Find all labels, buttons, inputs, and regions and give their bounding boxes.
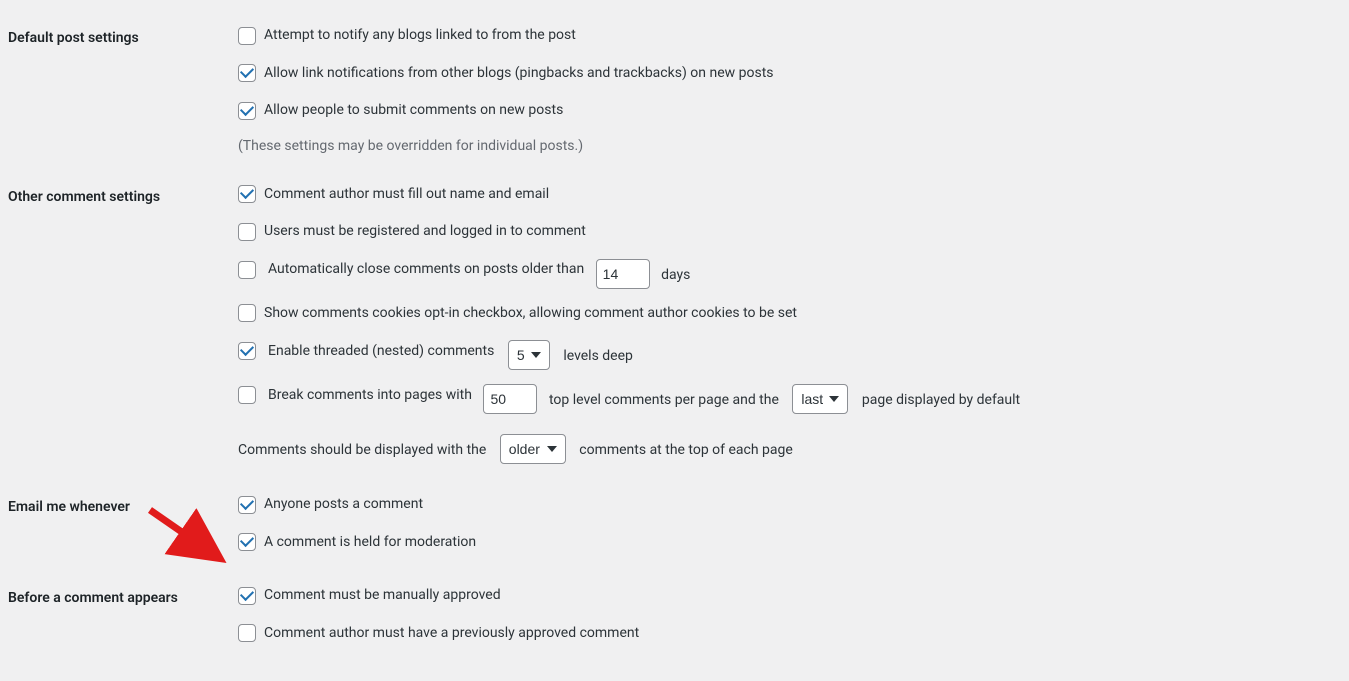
require-name-email-label[interactable]: Comment author must fill out name and em… xyxy=(238,184,549,205)
page-comments-after-text: page displayed by default xyxy=(862,392,1020,408)
comment-order-select[interactable]: older xyxy=(500,434,566,464)
comment-order-before-text: Comments should be displayed with the xyxy=(238,442,486,458)
require-registered-checkbox[interactable] xyxy=(238,223,256,241)
cookies-opt-in-text: Show comments cookies opt-in checkbox, a… xyxy=(264,303,797,324)
page-comments-label[interactable]: Break comments into pages with xyxy=(238,385,476,406)
previously-approved-checkbox[interactable] xyxy=(238,624,256,642)
default-post-note: (These settings may be overridden for in… xyxy=(238,138,1339,154)
require-name-email-checkbox[interactable] xyxy=(238,185,256,203)
notify-linked-blogs-text: Attempt to notify any blogs linked to fr… xyxy=(264,25,576,46)
threaded-before-text: Enable threaded (nested) comments xyxy=(268,341,494,362)
section-heading-email: Email me whenever xyxy=(8,499,130,515)
email-me-row: Email me whenever Anyone posts a comment… xyxy=(8,479,1349,570)
cookies-opt-in-checkbox[interactable] xyxy=(238,304,256,322)
email-anyone-posts-text: Anyone posts a comment xyxy=(264,494,423,515)
manual-approval-checkbox[interactable] xyxy=(238,587,256,605)
section-heading-before: Before a comment appears xyxy=(8,590,178,606)
auto-close-label[interactable]: Automatically close comments on posts ol… xyxy=(238,259,588,280)
email-held-text: A comment is held for moderation xyxy=(264,532,476,553)
allow-pingbacks-checkbox[interactable] xyxy=(238,64,256,82)
default-post-settings-row: Default post settings Attempt to notify … xyxy=(8,10,1349,169)
comments-per-page-input[interactable] xyxy=(483,384,537,414)
notify-linked-blogs-checkbox[interactable] xyxy=(238,27,256,45)
page-comments-mid-text: top level comments per page and the xyxy=(549,392,779,408)
manual-approval-label[interactable]: Comment must be manually approved xyxy=(238,585,501,606)
before-comment-appears-row: Before a comment appears Comment must be… xyxy=(8,570,1349,661)
allow-pingbacks-text: Allow link notifications from other blog… xyxy=(264,63,774,84)
section-heading-default-post: Default post settings xyxy=(8,30,139,46)
email-anyone-posts-label[interactable]: Anyone posts a comment xyxy=(238,494,423,515)
other-comment-settings-row: Other comment settings Comment author mu… xyxy=(8,169,1349,480)
allow-comments-text: Allow people to submit comments on new p… xyxy=(264,100,563,121)
require-registered-text: Users must be registered and logged in t… xyxy=(264,221,586,242)
notify-linked-blogs-label[interactable]: Attempt to notify any blogs linked to fr… xyxy=(238,25,576,46)
threaded-comments-label[interactable]: Enable threaded (nested) comments xyxy=(238,341,498,362)
email-held-label[interactable]: A comment is held for moderation xyxy=(238,532,476,553)
previously-approved-label[interactable]: Comment author must have a previously ap… xyxy=(238,623,639,644)
default-page-select[interactable]: last xyxy=(792,384,848,414)
threaded-comments-checkbox[interactable] xyxy=(238,342,256,360)
manual-approval-text: Comment must be manually approved xyxy=(264,585,501,606)
threaded-after-text: levels deep xyxy=(563,348,633,364)
auto-close-after-text: days xyxy=(661,267,690,283)
email-anyone-posts-checkbox[interactable] xyxy=(238,496,256,514)
cookies-opt-in-label[interactable]: Show comments cookies opt-in checkbox, a… xyxy=(238,303,797,324)
previously-approved-text: Comment author must have a previously ap… xyxy=(264,623,639,644)
page-comments-checkbox[interactable] xyxy=(238,386,256,404)
allow-pingbacks-label[interactable]: Allow link notifications from other blog… xyxy=(238,63,774,84)
threaded-depth-select[interactable]: 5 xyxy=(508,340,550,370)
auto-close-before-text: Automatically close comments on posts ol… xyxy=(268,259,584,280)
page-comments-before-text: Break comments into pages with xyxy=(268,385,472,406)
require-name-email-text: Comment author must fill out name and em… xyxy=(264,184,549,205)
section-heading-other: Other comment settings xyxy=(8,189,160,205)
auto-close-days-input[interactable] xyxy=(596,259,650,289)
allow-comments-checkbox[interactable] xyxy=(238,102,256,120)
comment-order-after-text: comments at the top of each page xyxy=(579,442,793,458)
allow-comments-label[interactable]: Allow people to submit comments on new p… xyxy=(238,100,563,121)
email-held-checkbox[interactable] xyxy=(238,533,256,551)
discussion-settings-form: Default post settings Attempt to notify … xyxy=(8,10,1349,661)
require-registered-label[interactable]: Users must be registered and logged in t… xyxy=(238,221,586,242)
auto-close-checkbox[interactable] xyxy=(238,261,256,279)
